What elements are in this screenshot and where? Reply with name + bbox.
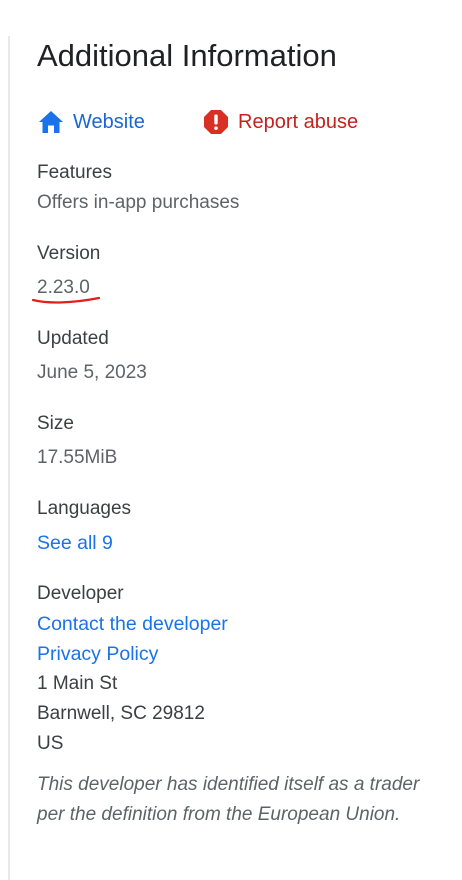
left-border xyxy=(8,36,10,880)
home-icon xyxy=(38,110,64,134)
size-value: 17.55MiB xyxy=(37,447,118,468)
see-all-languages-link[interactable]: See all 9 xyxy=(37,530,113,556)
features-value: Offers in-app purchases xyxy=(37,192,240,213)
section-title: Additional Information xyxy=(37,38,337,73)
version-underline-annotation xyxy=(31,294,103,312)
features-label: Features xyxy=(37,162,112,183)
updated-value: June 5, 2023 xyxy=(37,362,147,383)
exclamation-octagon-icon xyxy=(203,109,229,135)
website-link[interactable]: Website xyxy=(38,108,145,136)
website-link-label: Website xyxy=(73,111,145,133)
updated-label: Updated xyxy=(37,328,109,349)
report-abuse-label: Report abuse xyxy=(238,111,359,133)
developer-address-line3: US xyxy=(37,733,64,754)
trader-notice: This developer has identified itself as … xyxy=(37,774,420,825)
version-label: Version xyxy=(37,243,101,264)
privacy-policy-link[interactable]: Privacy Policy xyxy=(37,641,158,667)
developer-label: Developer xyxy=(37,583,124,604)
developer-address-line1: 1 Main St xyxy=(37,673,118,694)
size-label: Size xyxy=(37,413,74,434)
contact-developer-link[interactable]: Contact the developer xyxy=(37,611,228,637)
report-abuse-link[interactable]: Report abuse xyxy=(203,108,358,136)
languages-label: Languages xyxy=(37,498,132,519)
developer-address-line2: Barnwell, SC 29812 xyxy=(37,703,205,724)
